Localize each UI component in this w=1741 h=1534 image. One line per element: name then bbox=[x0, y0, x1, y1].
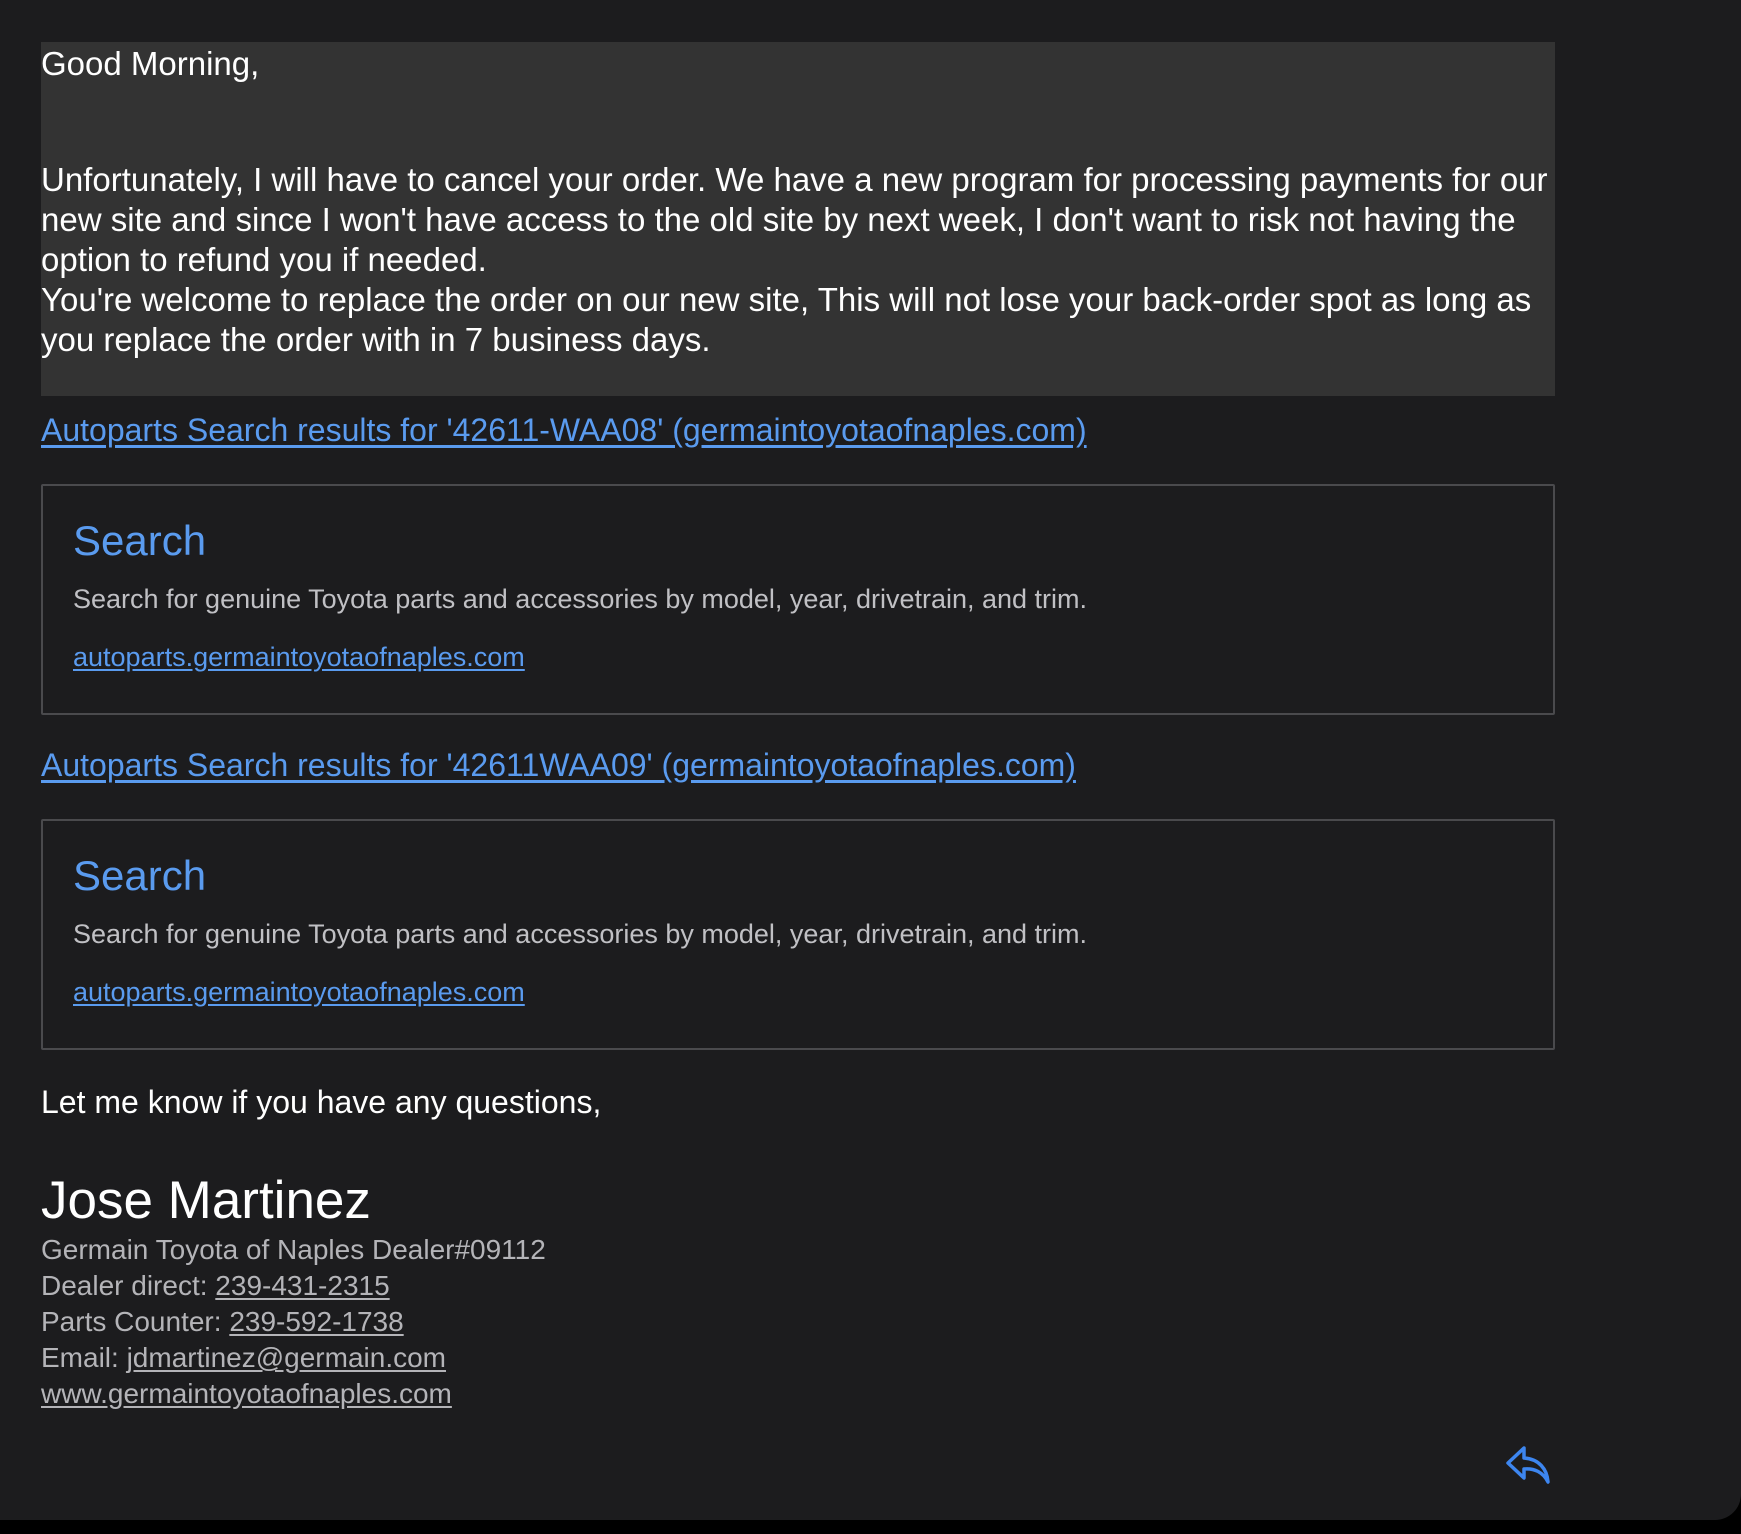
reorder-paragraph: You're welcome to replace the order on o… bbox=[41, 281, 1532, 358]
signature-dealer: Germain Toyota of Naples Dealer#09112 bbox=[41, 1234, 546, 1265]
signature-website: www.germaintoyotaofnaples.com bbox=[41, 1376, 1555, 1412]
greeting-text: Good Morning, bbox=[41, 45, 260, 82]
link-preview-card-1[interactable]: Search Search for genuine Toyota parts a… bbox=[41, 484, 1555, 715]
signature-parts-counter: Parts Counter: 239-592-1738 bbox=[41, 1304, 1555, 1340]
link-preview-url[interactable]: autoparts.germaintoyotaofnaples.com bbox=[73, 975, 525, 1009]
link-preview-title: Search bbox=[73, 852, 207, 899]
parts-counter-label: Parts Counter: bbox=[41, 1306, 230, 1337]
email-address-link[interactable]: jdmartinez@germain.com bbox=[127, 1342, 446, 1373]
website-link[interactable]: www.germaintoyotaofnaples.com bbox=[41, 1378, 452, 1409]
cancellation-paragraph: Unfortunately, I will have to cancel you… bbox=[41, 161, 1548, 278]
link-preview-url[interactable]: autoparts.germaintoyotaofnaples.com bbox=[73, 640, 525, 674]
reply-arrow-icon bbox=[1506, 1446, 1550, 1484]
parts-counter-phone-link[interactable]: 239-592-1738 bbox=[229, 1306, 403, 1337]
link-preview-card-2[interactable]: Search Search for genuine Toyota parts a… bbox=[41, 819, 1555, 1050]
message-highlight-block: Good Morning, Unfortunately, I will have… bbox=[41, 42, 1555, 396]
link-preview-description: Search for genuine Toyota parts and acce… bbox=[73, 919, 1088, 949]
link-preview-description: Search for genuine Toyota parts and acce… bbox=[73, 584, 1088, 614]
link-preview-title: Search bbox=[73, 517, 207, 564]
dealer-direct-label: Dealer direct: bbox=[41, 1270, 216, 1301]
closing-text: Let me know if you have any questions, bbox=[41, 1084, 602, 1120]
signature-name: Jose Martinez bbox=[41, 1171, 371, 1230]
email-content: Good Morning, Unfortunately, I will have… bbox=[41, 42, 1555, 1412]
search-results-link-1[interactable]: Autoparts Search results for '42611-WAA0… bbox=[41, 410, 1555, 450]
email-body-view: Good Morning, Unfortunately, I will have… bbox=[0, 0, 1741, 1520]
signature-dealer-direct: Dealer direct: 239-431-2315 bbox=[41, 1268, 1555, 1304]
reply-button[interactable] bbox=[1500, 1440, 1556, 1490]
dealer-direct-phone-link[interactable]: 239-431-2315 bbox=[215, 1270, 389, 1301]
email-label: Email: bbox=[41, 1342, 127, 1373]
search-results-link-2[interactable]: Autoparts Search results for '42611WAA09… bbox=[41, 745, 1555, 785]
signature-email: Email: jdmartinez@germain.com bbox=[41, 1340, 1555, 1376]
